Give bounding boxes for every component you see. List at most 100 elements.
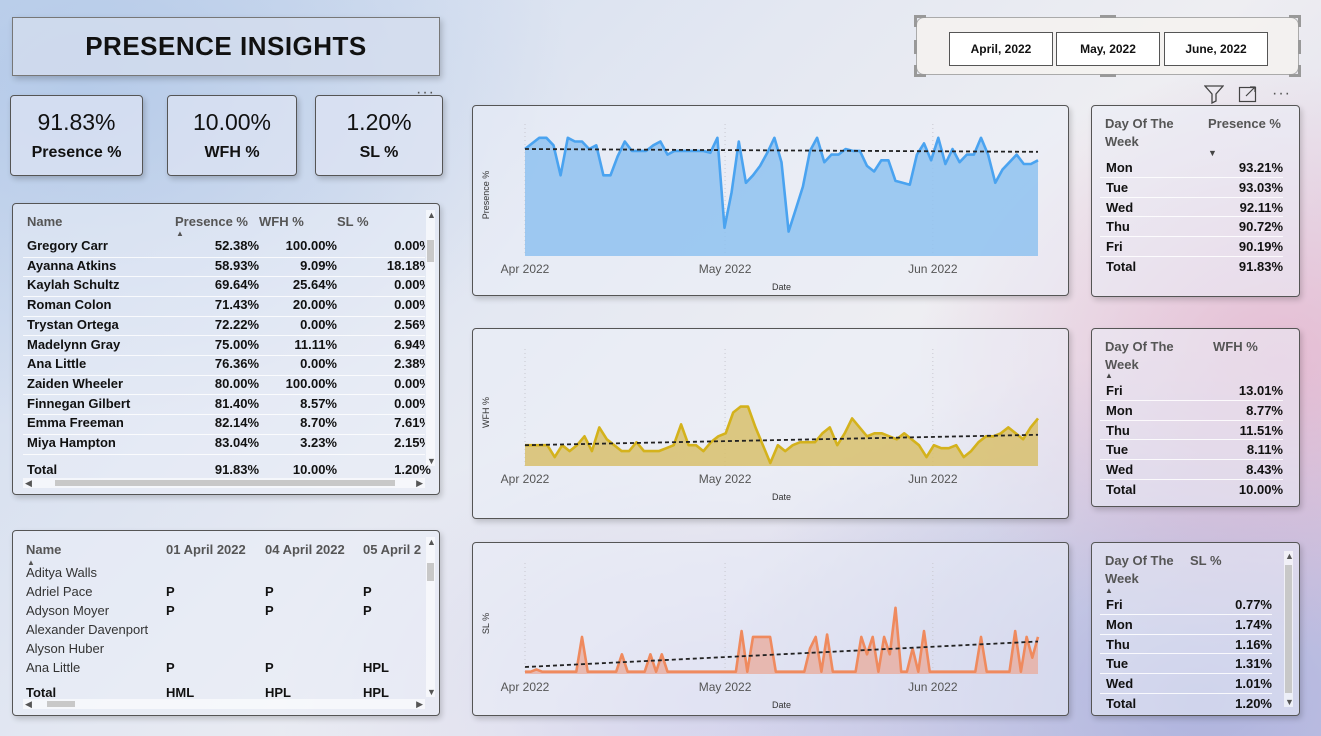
day-label: Tue (1106, 442, 1129, 458)
table-row[interactable]: Wed 8.43% (1100, 460, 1283, 480)
x-tick-label: May 2022 (699, 680, 752, 694)
more-options-icon[interactable]: ··· (1272, 86, 1291, 102)
column-header-value[interactable]: Presence % (1208, 115, 1281, 133)
table-total-row[interactable]: Total 1.20% (1100, 694, 1272, 714)
table-row[interactable]: Alexander Davenport (23, 622, 425, 642)
table-total-row[interactable]: Total 10.00% (1100, 480, 1283, 500)
attendance-cell: P (265, 583, 274, 599)
column-header-wfh[interactable]: WFH % (259, 214, 304, 229)
metric-cell: 75.00% (214, 336, 259, 352)
table-row[interactable]: Adyson Moyer P P P (23, 603, 425, 623)
y-axis-title: WFH % (481, 397, 491, 428)
filter-icon[interactable] (1203, 84, 1225, 105)
column-header-date[interactable]: 04 April 2022 (265, 542, 345, 557)
table-row[interactable]: Emma Freeman 82.14% 8.70% 7.61% (23, 415, 425, 435)
employee-name: Ana Little (26, 659, 81, 675)
metric-cell: 8.70% (300, 415, 337, 431)
presence-trend-chart[interactable]: Apr 2022 May 2022 Jun 2022 Date Presence % (472, 105, 1069, 296)
column-header-day[interactable]: Day Of The (1105, 552, 1174, 570)
metric-cell: 82.14% (214, 415, 259, 431)
month-slicer[interactable]: April, 2022 May, 2022 June, 2022 (914, 15, 1301, 77)
table-total-row[interactable]: Total 91.83% (1100, 257, 1283, 277)
table-row[interactable]: Mon 8.77% (1100, 401, 1283, 421)
table-row[interactable]: Adriel Pace P P P (23, 584, 425, 604)
metric-cell: 91.83% (1238, 259, 1283, 274)
slicer-option-may[interactable]: May, 2022 (1056, 32, 1160, 66)
table-row[interactable]: Fri 90.19% (1100, 237, 1283, 257)
metric-cell: 8.77% (1246, 402, 1283, 418)
table-row[interactable]: Mon 1.74% (1100, 615, 1272, 635)
table-row[interactable]: Wed 92.11% (1100, 198, 1283, 218)
column-header-name[interactable]: Name (26, 542, 61, 557)
metric-cell: 0.00% (300, 356, 337, 372)
day-label: Thu (1106, 219, 1130, 235)
slicer-option-june[interactable]: June, 2022 (1164, 32, 1268, 66)
column-header-value[interactable]: SL % (1190, 552, 1222, 570)
table-row[interactable]: Thu 11.51% (1100, 421, 1283, 441)
table-row[interactable]: Wed 1.01% (1100, 674, 1272, 694)
vertical-scrollbar[interactable]: ▲ ▼ (426, 537, 436, 697)
kpi-label: Presence % (31, 144, 122, 161)
table-body: Fri 0.77% Mon 1.74% Thu 1.16% Tue 1.31% Wed 1.01%… (1092, 595, 1292, 715)
wfh-area-chart: Apr 2022 May 2022 Jun 2022 Date WFH % (481, 349, 1040, 502)
table-body: Fri 13.01% Mon 8.77% Thu 11.51% Tue 8.11% Wed 8.4… (1092, 381, 1301, 506)
metric-cell: 80.00% (214, 375, 259, 391)
column-header-date[interactable]: 01 April 2022 (166, 542, 246, 557)
table-row[interactable]: Tue 1.31% (1100, 654, 1272, 675)
wfh-trend-chart[interactable]: Apr 2022 May 2022 Jun 2022 Date WFH % (472, 328, 1069, 519)
series-area (525, 137, 1038, 256)
column-header-day[interactable]: Day Of The (1105, 338, 1174, 356)
employee-name: Ayanna Atkins (27, 257, 117, 273)
table-row[interactable]: Fri 0.77% (1100, 595, 1272, 615)
horizontal-scrollbar[interactable]: ◀ ▶ (23, 699, 425, 709)
table-row[interactable]: Tue 93.03% (1100, 178, 1283, 198)
employee-name: Emma Freeman (27, 415, 124, 431)
table-row[interactable]: Ana Little 76.36% 0.00% 2.38% (23, 356, 425, 376)
day-label: Mon (1106, 402, 1133, 418)
kpi-label: SL % (359, 144, 399, 161)
x-axis-title: Date (772, 282, 791, 292)
metric-cell: 1.20% (1235, 696, 1272, 711)
column-header-day[interactable]: Day Of The (1105, 115, 1174, 133)
focus-mode-icon[interactable] (1238, 84, 1258, 104)
day-label: Wed (1106, 199, 1134, 215)
table-row[interactable]: Ana Little P P HPL (23, 660, 425, 680)
table-row[interactable]: Tue 8.11% (1100, 440, 1283, 461)
table-row[interactable]: Thu 90.72% (1100, 217, 1283, 238)
table-row[interactable]: Finnegan Gilbert 81.40% 8.57% 0.00% (23, 396, 425, 416)
column-header-sl[interactable]: SL % (337, 214, 369, 229)
table-row[interactable]: Mon 93.21% (1100, 158, 1283, 178)
vertical-scrollbar[interactable]: ▲ ▼ (1284, 551, 1294, 707)
column-header-presence[interactable]: Presence % (175, 214, 248, 229)
metric-cell: 90.72% (1238, 219, 1283, 235)
column-header-date[interactable]: 05 April 2 (363, 542, 421, 557)
table-row[interactable]: Roman Colon 71.43% 20.00% 0.00% (23, 297, 425, 317)
table-row[interactable]: Gregory Carr 52.38% 100.00% 0.00% (23, 238, 425, 258)
table-row[interactable]: Madelynn Gray 75.00% 11.11% 6.94% (23, 336, 425, 356)
table-row[interactable]: Kaylah Schultz 69.64% 25.64% 0.00% (23, 277, 425, 297)
metric-cell: 10.00% (1238, 482, 1283, 497)
sl-trend-chart[interactable]: Apr 2022 May 2022 Jun 2022 Date SL % (472, 542, 1069, 716)
table-row[interactable]: Thu 1.16% (1100, 635, 1272, 655)
metric-cell: 0.00% (394, 277, 425, 293)
table-row[interactable]: Aditya Walls (23, 565, 425, 585)
series-line (525, 606, 1040, 673)
table-row[interactable]: Fri 13.01% (1100, 381, 1283, 401)
vertical-scrollbar[interactable]: ▲ ▼ (426, 210, 436, 466)
table-body: Gregory Carr52.38%100.00%0.00%Ayanna Atk… (23, 238, 425, 463)
metric-cell: 2.56% (394, 316, 425, 332)
metric-cell: 0.00% (394, 395, 425, 411)
table-row[interactable]: Alyson Huber (23, 641, 425, 661)
slicer-option-april[interactable]: April, 2022 (949, 32, 1053, 66)
horizontal-scrollbar[interactable]: ◀ ▶ (23, 478, 425, 488)
column-header-value[interactable]: WFH % (1213, 338, 1258, 356)
table-row[interactable]: Miya Hampton 83.04% 3.23% 2.15% (23, 435, 425, 455)
x-axis-title: Date (772, 700, 791, 710)
trend-line (524, 148, 1039, 153)
table-row[interactable]: Trystan Ortega 72.22% 0.00% 2.56% (23, 317, 425, 337)
table-row[interactable]: Zaiden Wheeler 80.00% 100.00% 0.00% (23, 376, 425, 396)
employee-name: Aditya Walls (26, 565, 98, 580)
column-header-name[interactable]: Name (27, 214, 62, 229)
sort-ascending-icon: ▲ (1105, 371, 1113, 380)
table-row[interactable]: Ayanna Atkins 58.93% 9.09% 18.18% (23, 258, 425, 278)
